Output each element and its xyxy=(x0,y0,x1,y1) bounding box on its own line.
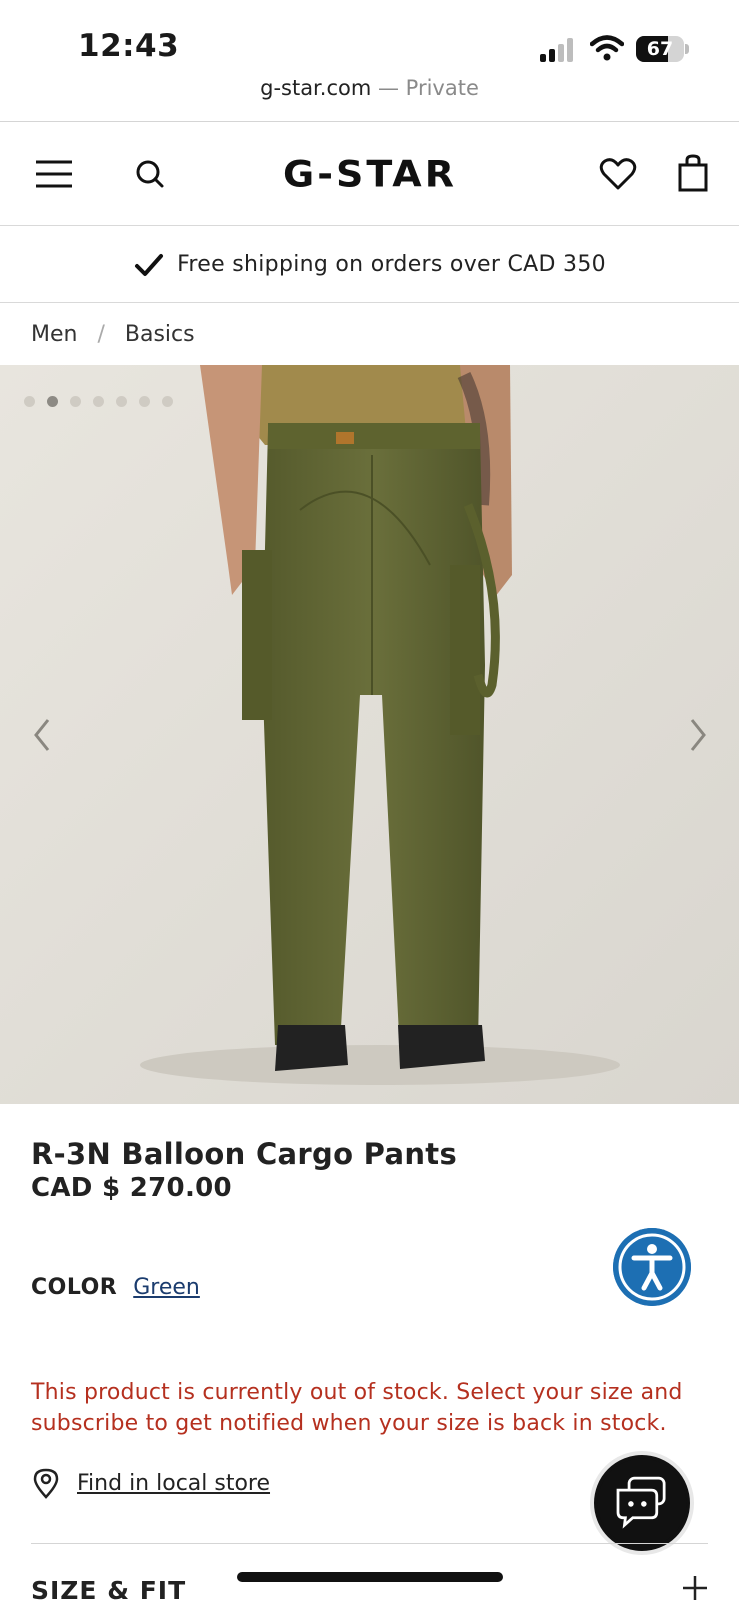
breadcrumb-item-basics[interactable]: Basics xyxy=(125,322,195,347)
gallery-dot[interactable] xyxy=(24,396,35,407)
plus-icon[interactable] xyxy=(681,1574,709,1600)
promo-text: Free shipping on orders over CAD 350 xyxy=(177,252,606,277)
gallery-dot[interactable] xyxy=(47,396,58,407)
home-indicator xyxy=(237,1572,503,1582)
find-in-local-store-link[interactable]: Find in local store xyxy=(77,1471,270,1496)
product-gallery[interactable] xyxy=(0,365,739,1104)
chevron-right-icon[interactable] xyxy=(678,710,718,760)
checkmark-icon xyxy=(135,253,164,276)
chevron-left-icon[interactable] xyxy=(22,710,62,760)
url-separator: — xyxy=(377,76,399,100)
gallery-dot[interactable] xyxy=(116,396,127,407)
g-star-logo[interactable]: G-STAR xyxy=(240,146,500,203)
location-pin-icon xyxy=(33,1468,59,1499)
color-row: COLOR Green xyxy=(31,1275,200,1300)
color-label: COLOR xyxy=(31,1275,118,1300)
battery-icon: 67 xyxy=(636,36,690,62)
product-price: CAD $ 270.00 xyxy=(31,1173,232,1203)
promo-bar: Free shipping on orders over CAD 350 xyxy=(0,227,739,303)
size-fit-heading[interactable]: SIZE & FIT xyxy=(31,1576,186,1600)
find-store-row[interactable]: Find in local store xyxy=(31,1467,270,1499)
color-value-link[interactable]: Green xyxy=(133,1275,200,1300)
search-icon[interactable] xyxy=(128,152,172,196)
heart-icon[interactable] xyxy=(596,152,640,196)
gallery-dot[interactable] xyxy=(139,396,150,407)
cellular-signal-icon xyxy=(540,38,578,62)
chat-icon[interactable] xyxy=(590,1451,694,1555)
status-time: 12:43 xyxy=(78,28,180,64)
status-bar: 12:43 67 xyxy=(0,0,739,80)
breadcrumb-item-men[interactable]: Men xyxy=(31,322,77,347)
private-mode-label: Private xyxy=(405,76,479,100)
product-image xyxy=(0,365,739,1104)
menu-icon[interactable] xyxy=(32,152,76,196)
gallery-dot[interactable] xyxy=(162,396,173,407)
gallery-dot[interactable] xyxy=(93,396,104,407)
site-header: G-STAR xyxy=(0,122,739,226)
shopping-bag-icon[interactable] xyxy=(672,152,716,196)
breadcrumb-separator: / xyxy=(97,321,105,347)
product-title: R-3N Balloon Cargo Pants xyxy=(31,1137,458,1171)
url-bar[interactable]: g-star.com — Private xyxy=(0,76,739,120)
section-divider xyxy=(31,1543,708,1544)
battery-level: 67 xyxy=(646,38,674,60)
gallery-dots xyxy=(24,396,185,407)
url-domain: g-star.com xyxy=(260,76,372,100)
gallery-dot[interactable] xyxy=(70,396,81,407)
out-of-stock-message: This product is currently out of stock. … xyxy=(31,1380,683,1436)
breadcrumb: Men / Basics xyxy=(31,304,195,364)
accessibility-icon[interactable] xyxy=(613,1228,691,1306)
wifi-icon xyxy=(590,35,624,61)
